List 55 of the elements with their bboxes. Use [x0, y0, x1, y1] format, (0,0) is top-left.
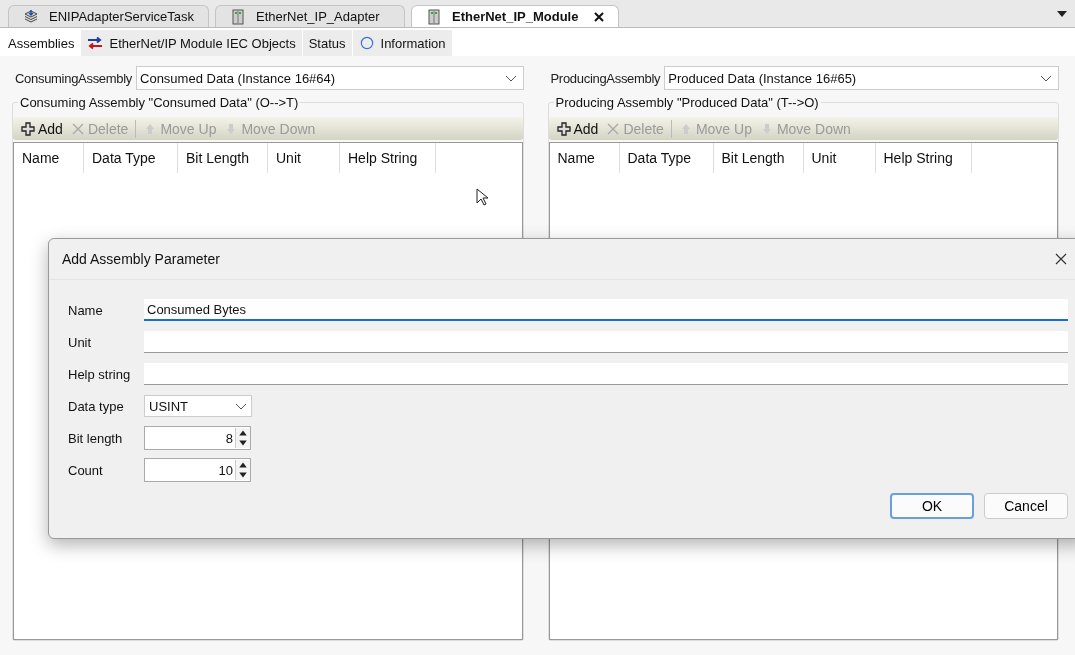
- column-header[interactable]: Data Type: [619, 143, 714, 173]
- column-header[interactable]: Unit: [268, 143, 340, 173]
- field-label: Bit length: [68, 430, 124, 446]
- data-type-dropdown[interactable]: USINT: [144, 395, 252, 417]
- field-label: Count: [68, 462, 104, 478]
- sub-tab[interactable]: Status: [302, 30, 353, 56]
- dropdown-arrow-icon[interactable]: [1057, 11, 1067, 17]
- circle-icon: [358, 36, 375, 50]
- dialog-button[interactable]: OK: [890, 493, 974, 519]
- editor-tab[interactable]: ENIPAdapterServiceTask: [8, 5, 209, 27]
- column-header[interactable]: Unit: [803, 143, 876, 173]
- close-icon[interactable]: [1055, 253, 1067, 265]
- close-icon[interactable]: [594, 11, 605, 22]
- group-title: Consuming Assembly "Consumed Data" (O-->T): [18, 95, 301, 110]
- column-header[interactable]: Bit Length: [713, 143, 804, 173]
- assembly-label: ConsumingAssembly: [15, 70, 132, 86]
- assembly-dropdown[interactable]: Consumed Data (Instance 16#64): [136, 66, 524, 90]
- field-label: Name: [68, 302, 104, 318]
- group-title: Producing Assembly "Produced Data" (T-->O): [553, 95, 821, 110]
- column-header[interactable]: Help String: [340, 143, 436, 173]
- editor-tab[interactable]: EtherNet_IP_Module: [411, 5, 620, 27]
- assembly-label: ProducingAssembly: [550, 70, 661, 86]
- mouse-pointer-icon: [476, 188, 488, 206]
- device-icon: [426, 8, 442, 25]
- column-header[interactable]: Bit Length: [178, 143, 268, 173]
- spin-buttons[interactable]: [235, 428, 250, 448]
- add-button[interactable]: Add: [17, 120, 67, 137]
- column-header[interactable]: Help String: [875, 143, 972, 173]
- field-label: Unit: [68, 334, 93, 350]
- field-label: Help string: [68, 366, 132, 382]
- cross-icon: [70, 121, 85, 136]
- editor-tab[interactable]: EtherNet_IP_Adapter: [215, 5, 405, 27]
- spin-buttons[interactable]: [235, 460, 250, 480]
- chevron-down-icon: [235, 402, 247, 410]
- column-header[interactable]: Name: [549, 143, 620, 173]
- device-icon: [230, 8, 246, 25]
- stack-icon: [23, 8, 39, 25]
- chevron-down-icon: [504, 74, 517, 82]
- text-field[interactable]: Consumed Bytes: [144, 299, 1068, 321]
- column-header[interactable]: Data Type: [84, 143, 178, 173]
- text-field[interactable]: [144, 331, 1068, 353]
- dialog-title: Add Assembly Parameter: [62, 251, 220, 267]
- add-button[interactable]: Add: [552, 120, 603, 137]
- assembly-dropdown[interactable]: Produced Data (Instance 16#65): [664, 66, 1059, 90]
- sub-tab[interactable]: EtherNet/IP Module IEC Objects: [81, 30, 303, 56]
- arrows-icon: [87, 36, 104, 50]
- text-field[interactable]: [144, 363, 1068, 385]
- sub-tab[interactable]: Information: [352, 30, 453, 56]
- plus-icon: [21, 121, 35, 136]
- cross-icon: [606, 121, 621, 136]
- field-label: Data type: [68, 398, 125, 414]
- column-header[interactable]: Name: [14, 143, 84, 173]
- plus-icon: [556, 121, 571, 136]
- dialog-button[interactable]: Cancel: [984, 493, 1068, 519]
- chevron-down-icon: [1040, 74, 1052, 82]
